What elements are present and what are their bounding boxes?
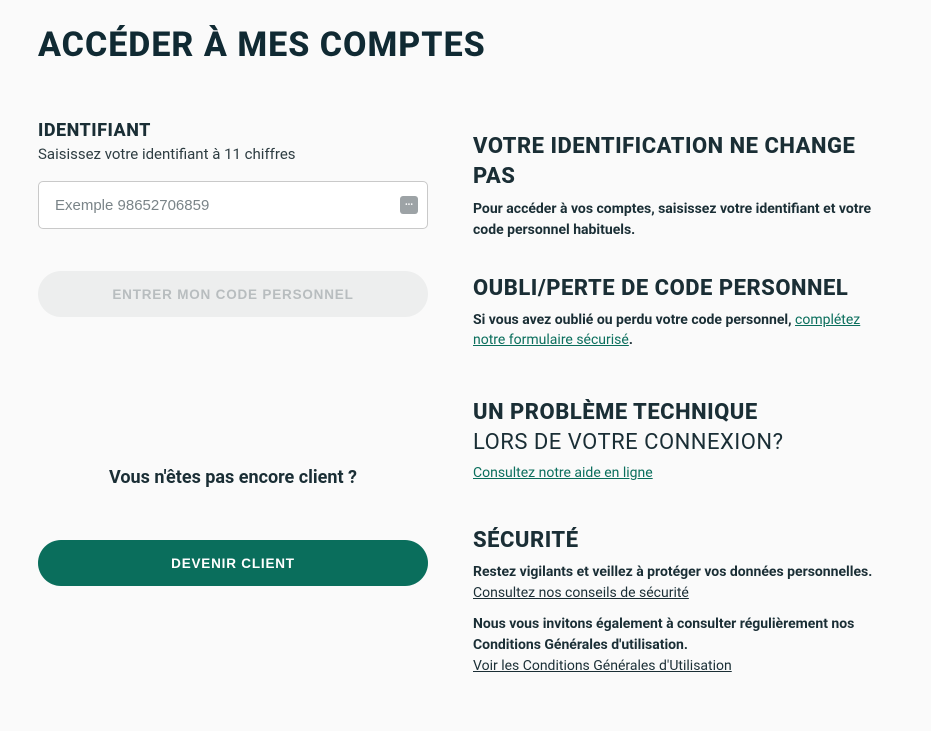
security-title: SÉCURITÉ <box>473 526 893 556</box>
problem-section: UN PROBLÈME TECHNIQUE LORS DE VOTRE CONN… <box>473 398 893 484</box>
main-container: IDENTIFIANT Saisissez votre identifiant … <box>38 120 893 711</box>
forgot-title: OUBLI/PERTE DE CODE PERSONNEL <box>473 274 893 304</box>
info-column: VOTRE IDENTIFICATION NE CHANGE PAS Pour … <box>473 120 893 711</box>
enter-code-button[interactable]: ENTRER MON CODE PERSONNEL <box>38 271 428 317</box>
forgot-section: OUBLI/PERTE DE CODE PERSONNEL Si vous av… <box>473 274 893 350</box>
problem-title: UN PROBLÈME TECHNIQUE <box>473 398 893 428</box>
forgot-suffix: . <box>629 332 633 348</box>
identification-title: VOTRE IDENTIFICATION NE CHANGE PAS <box>473 132 893 191</box>
identification-section: VOTRE IDENTIFICATION NE CHANGE PAS Pour … <box>473 132 893 240</box>
become-client-button[interactable]: DEVENIR CLIENT <box>38 540 428 586</box>
forgot-text: Si vous avez oublié ou perdu votre code … <box>473 310 893 351</box>
keypad-icon[interactable] <box>400 196 418 214</box>
security-section: SÉCURITÉ Restez vigilants et veillez à p… <box>473 526 893 677</box>
help-link[interactable]: Consultez notre aide en ligne <box>473 462 653 484</box>
security-warning: Restez vigilants et veillez à protéger v… <box>473 562 893 582</box>
login-column: IDENTIFIANT Saisissez votre identifiant … <box>38 120 428 711</box>
not-client-question: Vous n'êtes pas encore client ? <box>38 467 428 488</box>
identifier-input-wrapper <box>38 181 428 229</box>
terms-text: Nous vous invitons également à consulter… <box>473 614 893 655</box>
forgot-prefix: Si vous avez oublié ou perdu votre code … <box>473 312 795 328</box>
identification-text: Pour accéder à vos comptes, saisissez vo… <box>473 199 893 240</box>
identifier-label: IDENTIFIANT <box>38 120 428 141</box>
terms-link[interactable]: Voir les Conditions Générales d'Utilisat… <box>473 655 732 677</box>
identifier-input[interactable] <box>38 181 428 229</box>
page-title: ACCÉDER À MES COMPTES <box>38 25 893 65</box>
problem-subtitle: LORS DE VOTRE CONNEXION? <box>473 428 893 458</box>
security-tips-link[interactable]: Consultez nos conseils de sécurité <box>473 582 689 604</box>
identifier-hint: Saisissez votre identifiant à 11 chiffre… <box>38 145 428 163</box>
